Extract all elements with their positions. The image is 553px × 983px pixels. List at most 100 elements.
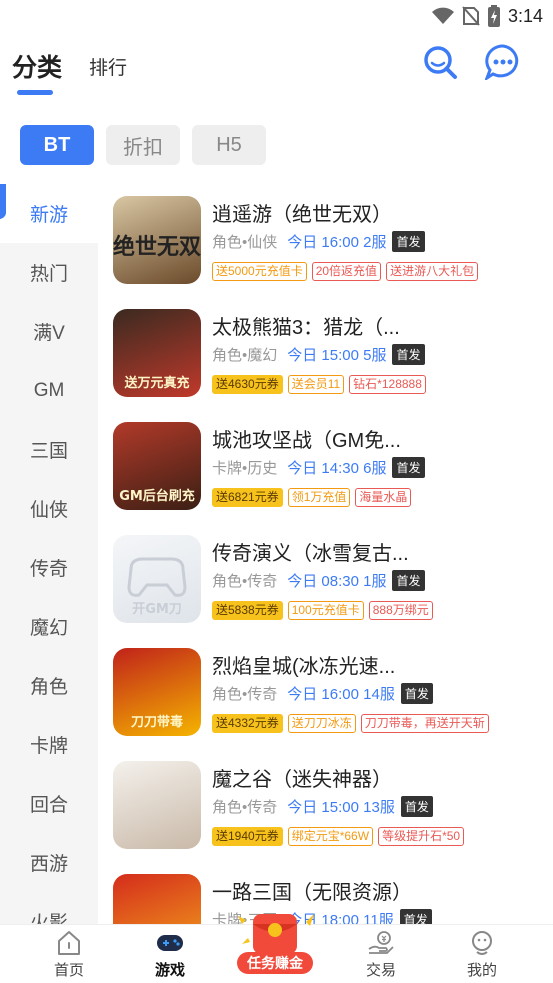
- sidebar-item-label: 魔幻: [29, 618, 68, 639]
- game-open-time: 今日 14:30 6服: [287, 460, 387, 477]
- filter-h5[interactable]: H5: [192, 125, 266, 165]
- game-icon[interactable]: GM后台刷充: [113, 422, 201, 510]
- sidebar-item-rpg[interactable]: 角色: [0, 656, 98, 715]
- first-release-badge: 首发: [392, 457, 425, 478]
- game-title: 魔之谷（迷失神器）: [212, 769, 392, 791]
- filter-discount[interactable]: 折扣: [106, 125, 180, 165]
- game-icon-text: GM后台刷充: [119, 488, 195, 504]
- game-tag: 送4332元券: [212, 714, 283, 733]
- sidebar-item-naruto[interactable]: 火影: [0, 892, 98, 924]
- game-icon[interactable]: 绝世无双: [113, 196, 201, 284]
- game-tag: 100元充值卡: [287, 601, 364, 620]
- sidebar-item-three-kingdoms[interactable]: 三国: [0, 420, 98, 479]
- game-tag: 送6821元券: [212, 488, 283, 507]
- game-tags: 送6821元券 领1万充值 海量水晶: [212, 488, 412, 507]
- game-meta: 角色•传奇 今日 15:00 13服 首发: [212, 796, 433, 817]
- game-icon[interactable]: 开GM刀: [113, 535, 201, 623]
- game-tag: 送进游八大礼包: [386, 262, 479, 281]
- search-icon[interactable]: [422, 44, 458, 80]
- sidebar-item-label: 火影: [29, 913, 68, 924]
- game-icon-art: 送万元: [113, 874, 201, 924]
- task-earn-button[interactable]: 任务赚金: [237, 952, 313, 974]
- sidebar-item-journey-west[interactable]: 西游: [0, 833, 98, 892]
- filter-bt[interactable]: BT: [20, 125, 94, 165]
- tab-category[interactable]: 分类: [12, 48, 62, 84]
- game-icon-art: 刀刀带毒: [131, 714, 183, 730]
- game-category: 角色•传奇: [212, 686, 278, 703]
- sidebar-item-legend[interactable]: 传奇: [0, 538, 98, 597]
- message-icon[interactable]: [485, 44, 521, 80]
- tab-ranking[interactable]: 排行: [89, 53, 127, 80]
- top-tabs: 分类 排行: [0, 42, 553, 102]
- game-title: 逍遥游（绝世无双）: [212, 204, 392, 226]
- status-time: 3:14: [507, 5, 543, 26]
- game-tag: 领1万充值: [287, 488, 351, 507]
- game-list-item[interactable]: 开GM刀 传奇演义（冰雪复古... 角色•传奇 今日 08:30 1服 首发 送5838元…: [113, 523, 553, 623]
- game-category: 角色•魔幻: [212, 347, 278, 364]
- game-title: 烈焰皇城(冰冻光速...: [212, 656, 396, 678]
- sidebar-item-gm[interactable]: GM: [0, 361, 98, 420]
- sidebar-active-marker: [0, 184, 6, 220]
- game-tag: 刀刀带毒，再送开天斩: [360, 714, 489, 733]
- game-icon[interactable]: 送万元真充: [113, 309, 201, 397]
- game-open-time: 今日 16:00 2服: [287, 234, 387, 251]
- sidebar-item-label: 传奇: [29, 559, 68, 580]
- game-icon-art: [113, 761, 201, 849]
- game-icon-text: 送万元真充: [123, 375, 189, 391]
- sidebar-item-new[interactable]: 新游: [0, 184, 98, 243]
- nav-mine-label: 我的: [466, 962, 497, 979]
- first-release-badge: 首发: [392, 344, 425, 365]
- game-icon[interactable]: 送万元: [113, 874, 201, 924]
- sidebar-item-full-vip[interactable]: 满V: [0, 302, 98, 361]
- game-category: 卡牌•历史: [212, 460, 278, 477]
- game-meta: 角色•传奇 今日 16:00 14服 首发: [212, 683, 433, 704]
- game-tags: 送5838元券 100元充值卡 888万绑元: [212, 601, 433, 620]
- game-list-item[interactable]: 刀刀带毒 烈焰皇城(冰冻光速... 角色•传奇 今日 16:00 14服 首发 送4332…: [113, 636, 553, 736]
- trade-icon: [368, 931, 394, 954]
- profile-icon: [472, 931, 492, 955]
- sidebar-item-xianxia[interactable]: 仙侠: [0, 479, 98, 538]
- sidebar-item-hot[interactable]: 热门: [0, 243, 98, 302]
- nav-home[interactable]: 首页: [29, 925, 109, 983]
- game-icon-art: 绝世无双: [113, 234, 201, 260]
- status-bar: 3:14: [0, 0, 553, 32]
- game-tag: 海量水晶: [355, 488, 412, 507]
- game-tags: 送4630元券 送会员11 钻石*128888: [212, 375, 426, 394]
- game-icon-text: 绝世无双: [113, 234, 201, 260]
- category-sidebar: 新游 热门 满V GM 三国 仙侠 传奇 魔幻 角色 卡牌 回合 西游 火影: [0, 184, 98, 924]
- nav-trade[interactable]: 交易: [341, 925, 421, 983]
- game-tag: 送5838元券: [212, 601, 283, 620]
- nav-games[interactable]: 游戏: [130, 925, 210, 983]
- sidebar-item-card[interactable]: 卡牌: [0, 715, 98, 774]
- home-icon: [58, 931, 80, 955]
- game-icon[interactable]: 刀刀带毒: [113, 648, 201, 736]
- game-list-item[interactable]: 魔之谷（迷失神器） 角色•传奇 今日 15:00 13服 首发送1940元券 绑定元宝*…: [113, 749, 553, 849]
- filter-row: BT 折扣 H5: [20, 125, 266, 165]
- game-tag: 888万绑元: [368, 601, 433, 620]
- gamepad-icon: [157, 935, 183, 951]
- game-icon[interactable]: [113, 761, 201, 849]
- first-release-badge: 首发: [399, 909, 432, 924]
- sidebar-item-fantasy[interactable]: 魔幻: [0, 597, 98, 656]
- game-list: 绝世无双 逍遥游（绝世无双） 角色•仙侠 今日 16:00 2服 首发 送5000元充值卡…: [98, 184, 553, 924]
- nav-mine[interactable]: 我的: [442, 925, 522, 983]
- game-tag: 送5000元充值卡: [212, 262, 307, 281]
- game-open-time: 今日 15:00 5服: [287, 347, 387, 364]
- game-list-item[interactable]: 送万元真充 太极熊猫3：猎龙（... 角色•魔幻 今日 15:00 5服 首发 送4630…: [113, 297, 553, 397]
- game-list-item[interactable]: GM后台刷充 城池攻坚战（GM免... 卡牌•历史 今日 14:30 6服 首发 送682…: [113, 410, 553, 510]
- game-open-time: 今日 08:30 1服: [287, 573, 387, 590]
- game-tags: 送1940元券 绑定元宝*66W 等级提升石*50: [212, 827, 465, 846]
- game-open-time: 今日 15:00 13服: [287, 799, 395, 816]
- sidebar-item-label: 卡牌: [29, 736, 68, 757]
- game-icon-art: GM后台刷充: [119, 488, 195, 504]
- game-list-item[interactable]: 绝世无双 逍遥游（绝世无双） 角色•仙侠 今日 16:00 2服 首发 送5000元充值卡…: [113, 184, 553, 284]
- sidebar-item-turn-based[interactable]: 回合: [0, 774, 98, 833]
- game-tag: 送4630元券: [212, 375, 283, 394]
- game-icon-text: 刀刀带毒: [131, 714, 183, 730]
- tab-underline: [17, 90, 53, 95]
- nav-games-label: 游戏: [154, 962, 185, 979]
- game-meta: 卡牌•历史 今日 14:30 6服 首发: [212, 457, 425, 478]
- game-category: 角色•传奇: [212, 573, 278, 590]
- game-list-item[interactable]: 送万元一路三国（无限资源）卡牌•三国今日 18:00 11服首发: [113, 862, 553, 924]
- sidebar-item-label: 仙侠: [29, 500, 68, 521]
